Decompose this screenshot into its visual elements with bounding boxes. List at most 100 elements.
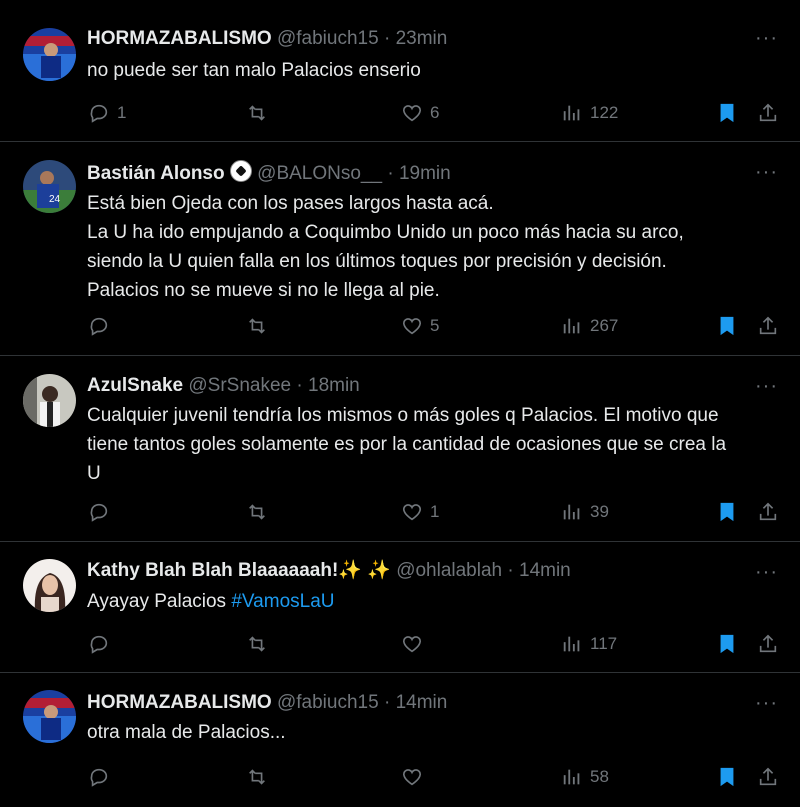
avatar[interactable]: 24 — [23, 160, 76, 213]
sparkles-icon: ✨ ✨ — [338, 560, 391, 581]
more-options-icon[interactable]: ··· — [755, 562, 778, 582]
tweet-text: otra mala de Palacios... — [87, 718, 777, 747]
soccer-ball-icon — [229, 160, 252, 182]
reply-button[interactable] — [88, 311, 110, 341]
heart-icon — [402, 504, 422, 521]
display-name[interactable]: AzulSnake — [87, 375, 183, 396]
tweet-text-line: tiene tantos goles solamente es por la c… — [87, 434, 727, 455]
tweet[interactable]: AzulSnake @SrSnakee · 18min ··· Cualquie… — [0, 356, 800, 542]
user-handle[interactable]: @fabiuch15 — [277, 692, 379, 713]
share-icon — [759, 767, 777, 786]
view-count: 39 — [590, 502, 609, 521]
tweet-text: Cualquier juvenil tendría los mismos o m… — [87, 401, 777, 488]
like-count: 6 — [430, 103, 440, 122]
tweet[interactable]: HORMAZABALISMO @fabiuch15 · 14min ··· ot… — [0, 673, 800, 807]
retweet-icon — [249, 636, 265, 652]
tweet-text: Está bien Ojeda con los pases largos has… — [87, 189, 777, 305]
reply-button[interactable]: 1 — [88, 98, 126, 128]
timestamp[interactable]: 14min — [519, 560, 571, 581]
timestamp[interactable]: 14min — [396, 692, 448, 713]
user-handle[interactable]: @ohlalablah — [396, 560, 502, 581]
heart-icon — [402, 636, 422, 653]
retweet-button[interactable] — [246, 497, 268, 527]
views-button[interactable]: 58 — [561, 762, 609, 792]
display-name[interactable]: Kathy Blah Blah Blaaaaaah! — [87, 560, 338, 581]
retweet-button[interactable] — [246, 311, 268, 341]
reply-button[interactable] — [88, 762, 110, 792]
views-button[interactable]: 117 — [561, 629, 617, 659]
timestamp[interactable]: 18min — [308, 375, 360, 396]
tweet-text-line: Palacios no se mueve si no le llega al p… — [87, 280, 440, 301]
like-button[interactable]: 1 — [401, 497, 439, 527]
more-options-icon[interactable]: ··· — [755, 376, 778, 396]
avatar[interactable] — [23, 690, 76, 743]
view-count: 58 — [590, 767, 609, 786]
hashtag-link[interactable]: #VamosLaU — [231, 591, 334, 612]
views-button[interactable]: 267 — [561, 311, 618, 341]
reply-button[interactable] — [88, 629, 110, 659]
bookmark-icon — [720, 767, 734, 787]
more-options-icon[interactable]: ··· — [755, 28, 778, 48]
views-icon — [563, 504, 580, 520]
tweet-text-line: no puede ser tan malo Palacios enserio — [87, 60, 421, 81]
more-options-icon[interactable]: ··· — [755, 693, 778, 713]
bookmark-button[interactable] — [716, 311, 738, 341]
reply-icon — [90, 104, 108, 123]
avatar[interactable] — [23, 374, 76, 427]
retweet-icon — [249, 318, 265, 334]
retweet-icon — [249, 105, 265, 121]
share-icon — [759, 103, 777, 122]
tweet[interactable]: HORMAZABALISMO @fabiuch15 · 23min ··· no… — [0, 0, 800, 142]
tweet[interactable]: 24 Bastián Alonso @BALONso__ · 19min ···… — [0, 142, 800, 356]
user-handle[interactable]: @BALONso__ — [257, 163, 382, 184]
bookmark-button[interactable] — [716, 98, 738, 128]
heart-icon — [402, 769, 422, 786]
tweet-text-segment: Ayayay Palacios — [87, 591, 232, 612]
user-handle[interactable]: @SrSnakee — [188, 375, 291, 396]
separator-dot: · — [507, 560, 514, 581]
reply-icon — [90, 768, 108, 787]
share-button[interactable] — [757, 497, 779, 527]
share-icon — [759, 316, 777, 335]
bookmark-button[interactable] — [716, 497, 738, 527]
tweet-text-line: Ayayay Palacios #VamosLaU — [87, 587, 777, 616]
tweet-header: Kathy Blah Blah Blaaaaaah!✨ ✨ @ohlalabla… — [87, 558, 571, 584]
like-button[interactable]: 6 — [401, 98, 439, 128]
bookmark-icon — [720, 316, 734, 336]
share-button[interactable] — [757, 629, 779, 659]
share-button[interactable] — [757, 762, 779, 792]
avatar[interactable] — [23, 559, 76, 612]
share-button[interactable] — [757, 311, 779, 341]
display-name[interactable]: Bastián Alonso — [87, 163, 225, 184]
share-button[interactable] — [757, 98, 779, 128]
retweet-button[interactable] — [246, 762, 268, 792]
display-name[interactable]: HORMAZABALISMO — [87, 692, 272, 713]
separator-dot: · — [296, 375, 303, 396]
retweet-icon — [249, 504, 265, 520]
user-handle[interactable]: @fabiuch15 — [277, 28, 379, 49]
view-count: 267 — [590, 316, 619, 335]
separator-dot: · — [383, 28, 391, 49]
view-count: 122 — [590, 103, 619, 122]
avatar[interactable] — [23, 28, 76, 81]
bookmark-button[interactable] — [716, 762, 738, 792]
tweet[interactable]: Kathy Blah Blah Blaaaaaah!✨ ✨ @ohlalabla… — [0, 542, 800, 673]
separator-dot: · — [387, 163, 394, 184]
views-button[interactable]: 39 — [561, 497, 609, 527]
timestamp[interactable]: 19min — [399, 163, 451, 184]
retweet-button[interactable] — [246, 98, 268, 128]
display-name[interactable]: HORMAZABALISMO — [87, 28, 272, 49]
views-icon — [563, 769, 580, 785]
like-count: 1 — [430, 502, 440, 521]
reply-button[interactable] — [88, 497, 110, 527]
like-button[interactable] — [401, 762, 423, 792]
views-button[interactable]: 122 — [561, 98, 618, 128]
like-button[interactable] — [401, 629, 423, 659]
timestamp[interactable]: 23min — [396, 28, 448, 49]
retweet-button[interactable] — [246, 629, 268, 659]
tweet-text-line: La U ha ido empujando a Coquimbo Unido u… — [87, 222, 684, 243]
bookmark-button[interactable] — [716, 629, 738, 659]
like-button[interactable]: 5 — [401, 311, 439, 341]
more-options-icon[interactable]: ··· — [755, 162, 778, 182]
share-icon — [759, 502, 777, 521]
